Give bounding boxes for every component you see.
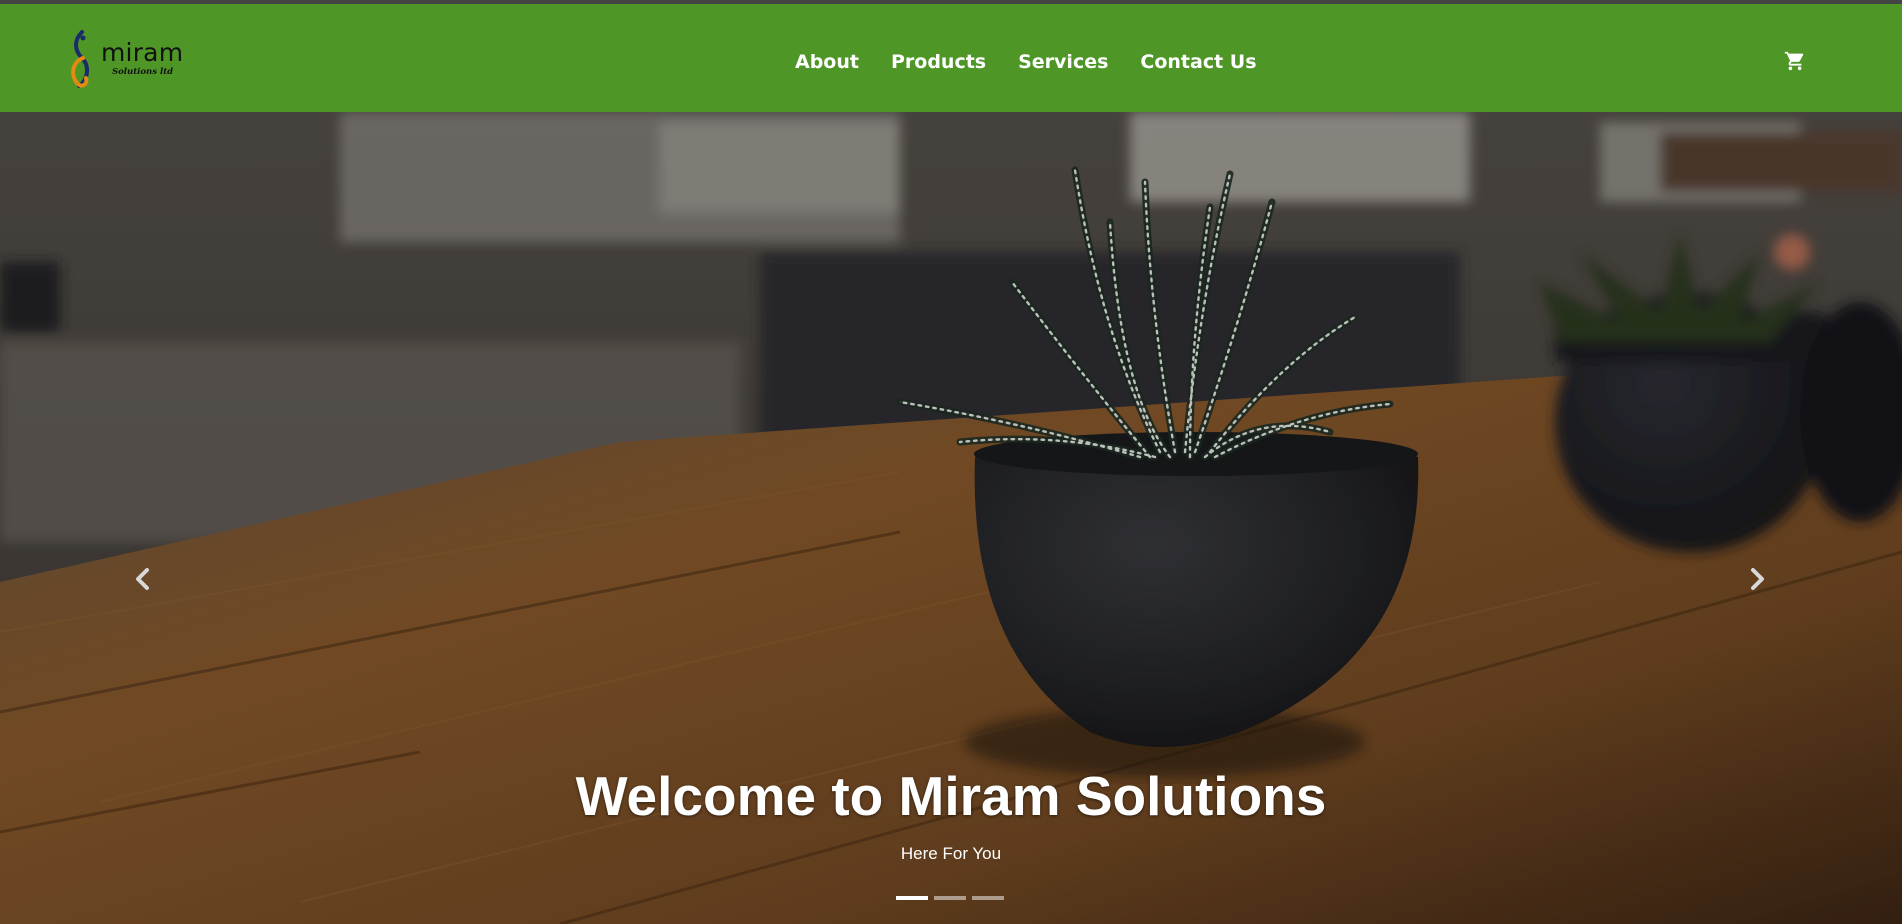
nav-contact-us[interactable]: Contact Us — [1140, 50, 1256, 74]
brand-tagline: Solutions ltd — [112, 67, 174, 77]
carousel-next-button[interactable] — [1742, 564, 1772, 594]
brand-logo[interactable]: miram Solutions ltd — [68, 24, 183, 96]
nav-about[interactable]: About — [795, 50, 859, 74]
logo-mark-icon — [71, 30, 89, 88]
hero-title: Welcome to Miram Solutions — [575, 765, 1327, 827]
carousel-indicator-3[interactable] — [972, 896, 1004, 900]
carousel-indicator-1[interactable] — [896, 896, 928, 900]
brand-name: miram — [101, 38, 184, 67]
carousel-indicators — [896, 896, 1004, 900]
chevron-right-icon — [1751, 568, 1764, 590]
carousel-indicator-2[interactable] — [934, 896, 966, 900]
carousel-prev-button[interactable] — [128, 564, 158, 594]
chevron-left-icon — [136, 568, 149, 590]
nav-products[interactable]: Products — [891, 50, 986, 74]
shopping-cart-icon[interactable] — [1784, 50, 1806, 72]
hero-carousel: Welcome to Miram Solutions Here For You — [0, 112, 1902, 924]
navbar: miram Solutions ltd About Products Servi… — [0, 4, 1902, 112]
hero-subtitle: Here For You — [900, 844, 1002, 863]
main-nav: About Products Services Contact Us — [795, 50, 1257, 74]
nav-services[interactable]: Services — [1018, 50, 1108, 74]
